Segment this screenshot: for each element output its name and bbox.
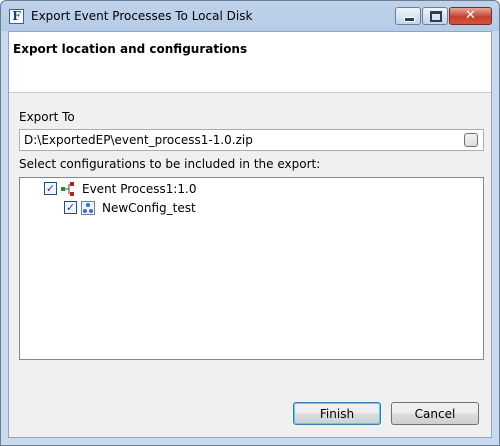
tree-item-event-process[interactable]: ✓ Event Process1:1.0 — [44, 181, 344, 197]
title-bar[interactable]: F Export Event Processes To Local Disk ✕ — [1, 1, 499, 31]
export-dialog-window: F Export Event Processes To Local Disk ✕… — [0, 0, 500, 446]
minimize-button[interactable] — [395, 7, 421, 25]
config-icon — [81, 201, 95, 215]
export-to-label: Export To — [19, 110, 75, 124]
dialog-client-area: Export location and configurations Expor… — [8, 31, 492, 438]
maximize-button[interactable] — [422, 7, 448, 25]
browse-button[interactable] — [464, 133, 478, 147]
export-path-input[interactable] — [19, 129, 484, 151]
event-process-icon — [61, 182, 74, 196]
tree-item-label: NewConfig_test — [102, 201, 196, 215]
window-title: Export Event Processes To Local Disk — [31, 9, 253, 23]
tree-item-checkbox[interactable]: ✓ — [44, 182, 57, 195]
cancel-button[interactable]: Cancel — [391, 402, 479, 425]
tree-item-checkbox[interactable]: ✓ — [64, 201, 77, 214]
finish-button[interactable]: Finish — [293, 402, 381, 425]
close-button[interactable]: ✕ — [449, 7, 492, 25]
dialog-header: Export location and configurations — [9, 32, 491, 93]
close-icon: ✕ — [465, 8, 476, 23]
dialog-header-title: Export location and configurations — [13, 42, 248, 56]
minimize-icon — [404, 17, 415, 22]
configurations-label: Select configurations to be included in … — [19, 157, 321, 171]
tree-item-new-config[interactable]: ✓ NewConfig_test — [64, 200, 364, 216]
app-icon: F — [9, 9, 24, 24]
tree-item-label: Event Process1:1.0 — [82, 182, 197, 196]
configurations-tree[interactable]: ✓ Event Process1:1.0 ✓ NewConfig_test — [19, 177, 484, 360]
maximize-icon — [430, 11, 442, 22]
